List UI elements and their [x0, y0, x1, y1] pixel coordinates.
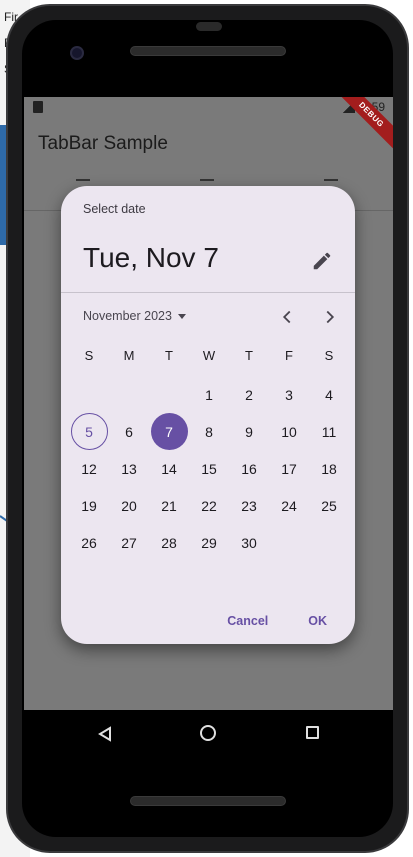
dialog-actions: Cancel OK	[227, 614, 327, 628]
day-number: 14	[161, 460, 177, 477]
ok-button[interactable]: OK	[308, 614, 327, 628]
day-cell[interactable]: 21	[149, 487, 189, 524]
day-number: 1	[205, 386, 213, 403]
day-cell[interactable]: 3	[269, 376, 309, 413]
day-cell[interactable]: 9	[229, 413, 269, 450]
day-number: 13	[121, 460, 137, 477]
day-number: 20	[121, 497, 137, 514]
day-cell[interactable]: 27	[109, 524, 149, 561]
app-title: TabBar Sample	[38, 133, 168, 154]
weekday-header: SMTWTFS	[69, 348, 347, 363]
chevron-right-icon[interactable]	[319, 306, 341, 328]
day-number: 21	[161, 497, 177, 514]
home-circle-icon[interactable]	[200, 725, 216, 741]
sd-card-icon	[33, 101, 43, 113]
weekday-label: T	[245, 348, 253, 363]
top-speaker-grille	[130, 46, 286, 56]
day-number: 7	[150, 413, 188, 450]
empty-day-cell	[109, 376, 149, 413]
day-cell[interactable]: 20	[109, 487, 149, 524]
recents-square-icon[interactable]	[306, 726, 319, 739]
day-cell[interactable]: 24	[269, 487, 309, 524]
day-cell[interactable]: 2	[229, 376, 269, 413]
header-divider	[61, 292, 355, 293]
day-number: 15	[201, 460, 217, 477]
day-number: 12	[81, 460, 97, 477]
day-number: 10	[281, 423, 297, 440]
weekday-label: F	[285, 348, 293, 363]
day-number: 18	[321, 460, 337, 477]
day-number: 27	[121, 534, 137, 551]
day-cell[interactable]: 4	[309, 376, 349, 413]
day-number: 29	[201, 534, 217, 551]
day-cell[interactable]: 11	[309, 413, 349, 450]
day-cell[interactable]: 22	[189, 487, 229, 524]
empty-day-cell	[69, 376, 109, 413]
day-cell[interactable]: 18	[309, 450, 349, 487]
android-nav-bar	[24, 712, 393, 754]
bottom-speaker-grille	[130, 796, 286, 806]
day-cell-selected[interactable]: 7	[149, 413, 189, 450]
weekday-label: W	[202, 348, 216, 363]
day-cell[interactable]: 16	[229, 450, 269, 487]
day-cell[interactable]: 10	[269, 413, 309, 450]
day-cell[interactable]: 1	[189, 376, 229, 413]
weekday-label: T	[165, 348, 173, 363]
day-cell[interactable]: 13	[109, 450, 149, 487]
day-number: 22	[201, 497, 217, 514]
day-cell[interactable]: 15	[189, 450, 229, 487]
day-cell[interactable]: 14	[149, 450, 189, 487]
day-cell[interactable]: 12	[69, 450, 109, 487]
back-triangle-icon[interactable]	[98, 726, 112, 742]
day-number: 9	[245, 423, 253, 440]
weekday-label: M	[123, 348, 135, 363]
status-bar: 59 DEBUG	[24, 97, 393, 157]
day-cell[interactable]: 25	[309, 487, 349, 524]
date-picker-help-text: Select date	[83, 202, 146, 216]
day-cell[interactable]: 28	[149, 524, 189, 561]
day-number: 24	[281, 497, 297, 514]
chevron-left-icon[interactable]	[276, 306, 298, 328]
day-number: 8	[205, 423, 213, 440]
pencil-icon[interactable]	[311, 250, 333, 272]
day-number: 30	[241, 534, 257, 551]
day-number: 4	[325, 386, 333, 403]
day-number: 25	[321, 497, 337, 514]
front-camera	[70, 46, 84, 60]
weekday-label: S	[84, 348, 94, 363]
day-number: 19	[81, 497, 97, 514]
caret-down-icon	[177, 313, 186, 319]
day-cell[interactable]: 23	[229, 487, 269, 524]
calendar-grid: 1 2 3 4 5 6 7 8 9 10 11 12 13 14 15 16 17 18 19 20 21 22 23 24 2…	[69, 376, 347, 561]
day-number: 16	[241, 460, 257, 477]
cancel-button[interactable]: Cancel	[227, 614, 268, 628]
day-cell-today[interactable]: 5	[69, 413, 109, 450]
day-number: 11	[321, 423, 337, 440]
day-number: 3	[285, 386, 293, 403]
day-cell[interactable]: 26	[69, 524, 109, 561]
day-cell[interactable]: 29	[189, 524, 229, 561]
day-cell[interactable]: 17	[269, 450, 309, 487]
selected-date-headline: Tue, Nov 7	[83, 242, 219, 273]
day-number: 26	[81, 534, 97, 551]
day-number: 5	[70, 413, 108, 450]
day-cell[interactable]: 8	[189, 413, 229, 450]
day-number: 23	[241, 497, 257, 514]
day-cell[interactable]: 30	[229, 524, 269, 561]
day-number: 6	[125, 423, 133, 440]
day-cell[interactable]: 19	[69, 487, 109, 524]
day-number: 28	[161, 534, 177, 551]
day-number: 17	[281, 460, 297, 477]
day-number: 2	[245, 386, 253, 403]
month-year-selector[interactable]: November 2023	[83, 309, 186, 323]
date-picker-dialog: Select date Tue, Nov 7 November 2023 S M T…	[61, 186, 355, 644]
month-year-label: November 2023	[83, 309, 172, 323]
day-cell[interactable]: 6	[109, 413, 149, 450]
weekday-label: S	[324, 348, 334, 363]
empty-day-cell	[149, 376, 189, 413]
earpiece	[196, 22, 222, 31]
